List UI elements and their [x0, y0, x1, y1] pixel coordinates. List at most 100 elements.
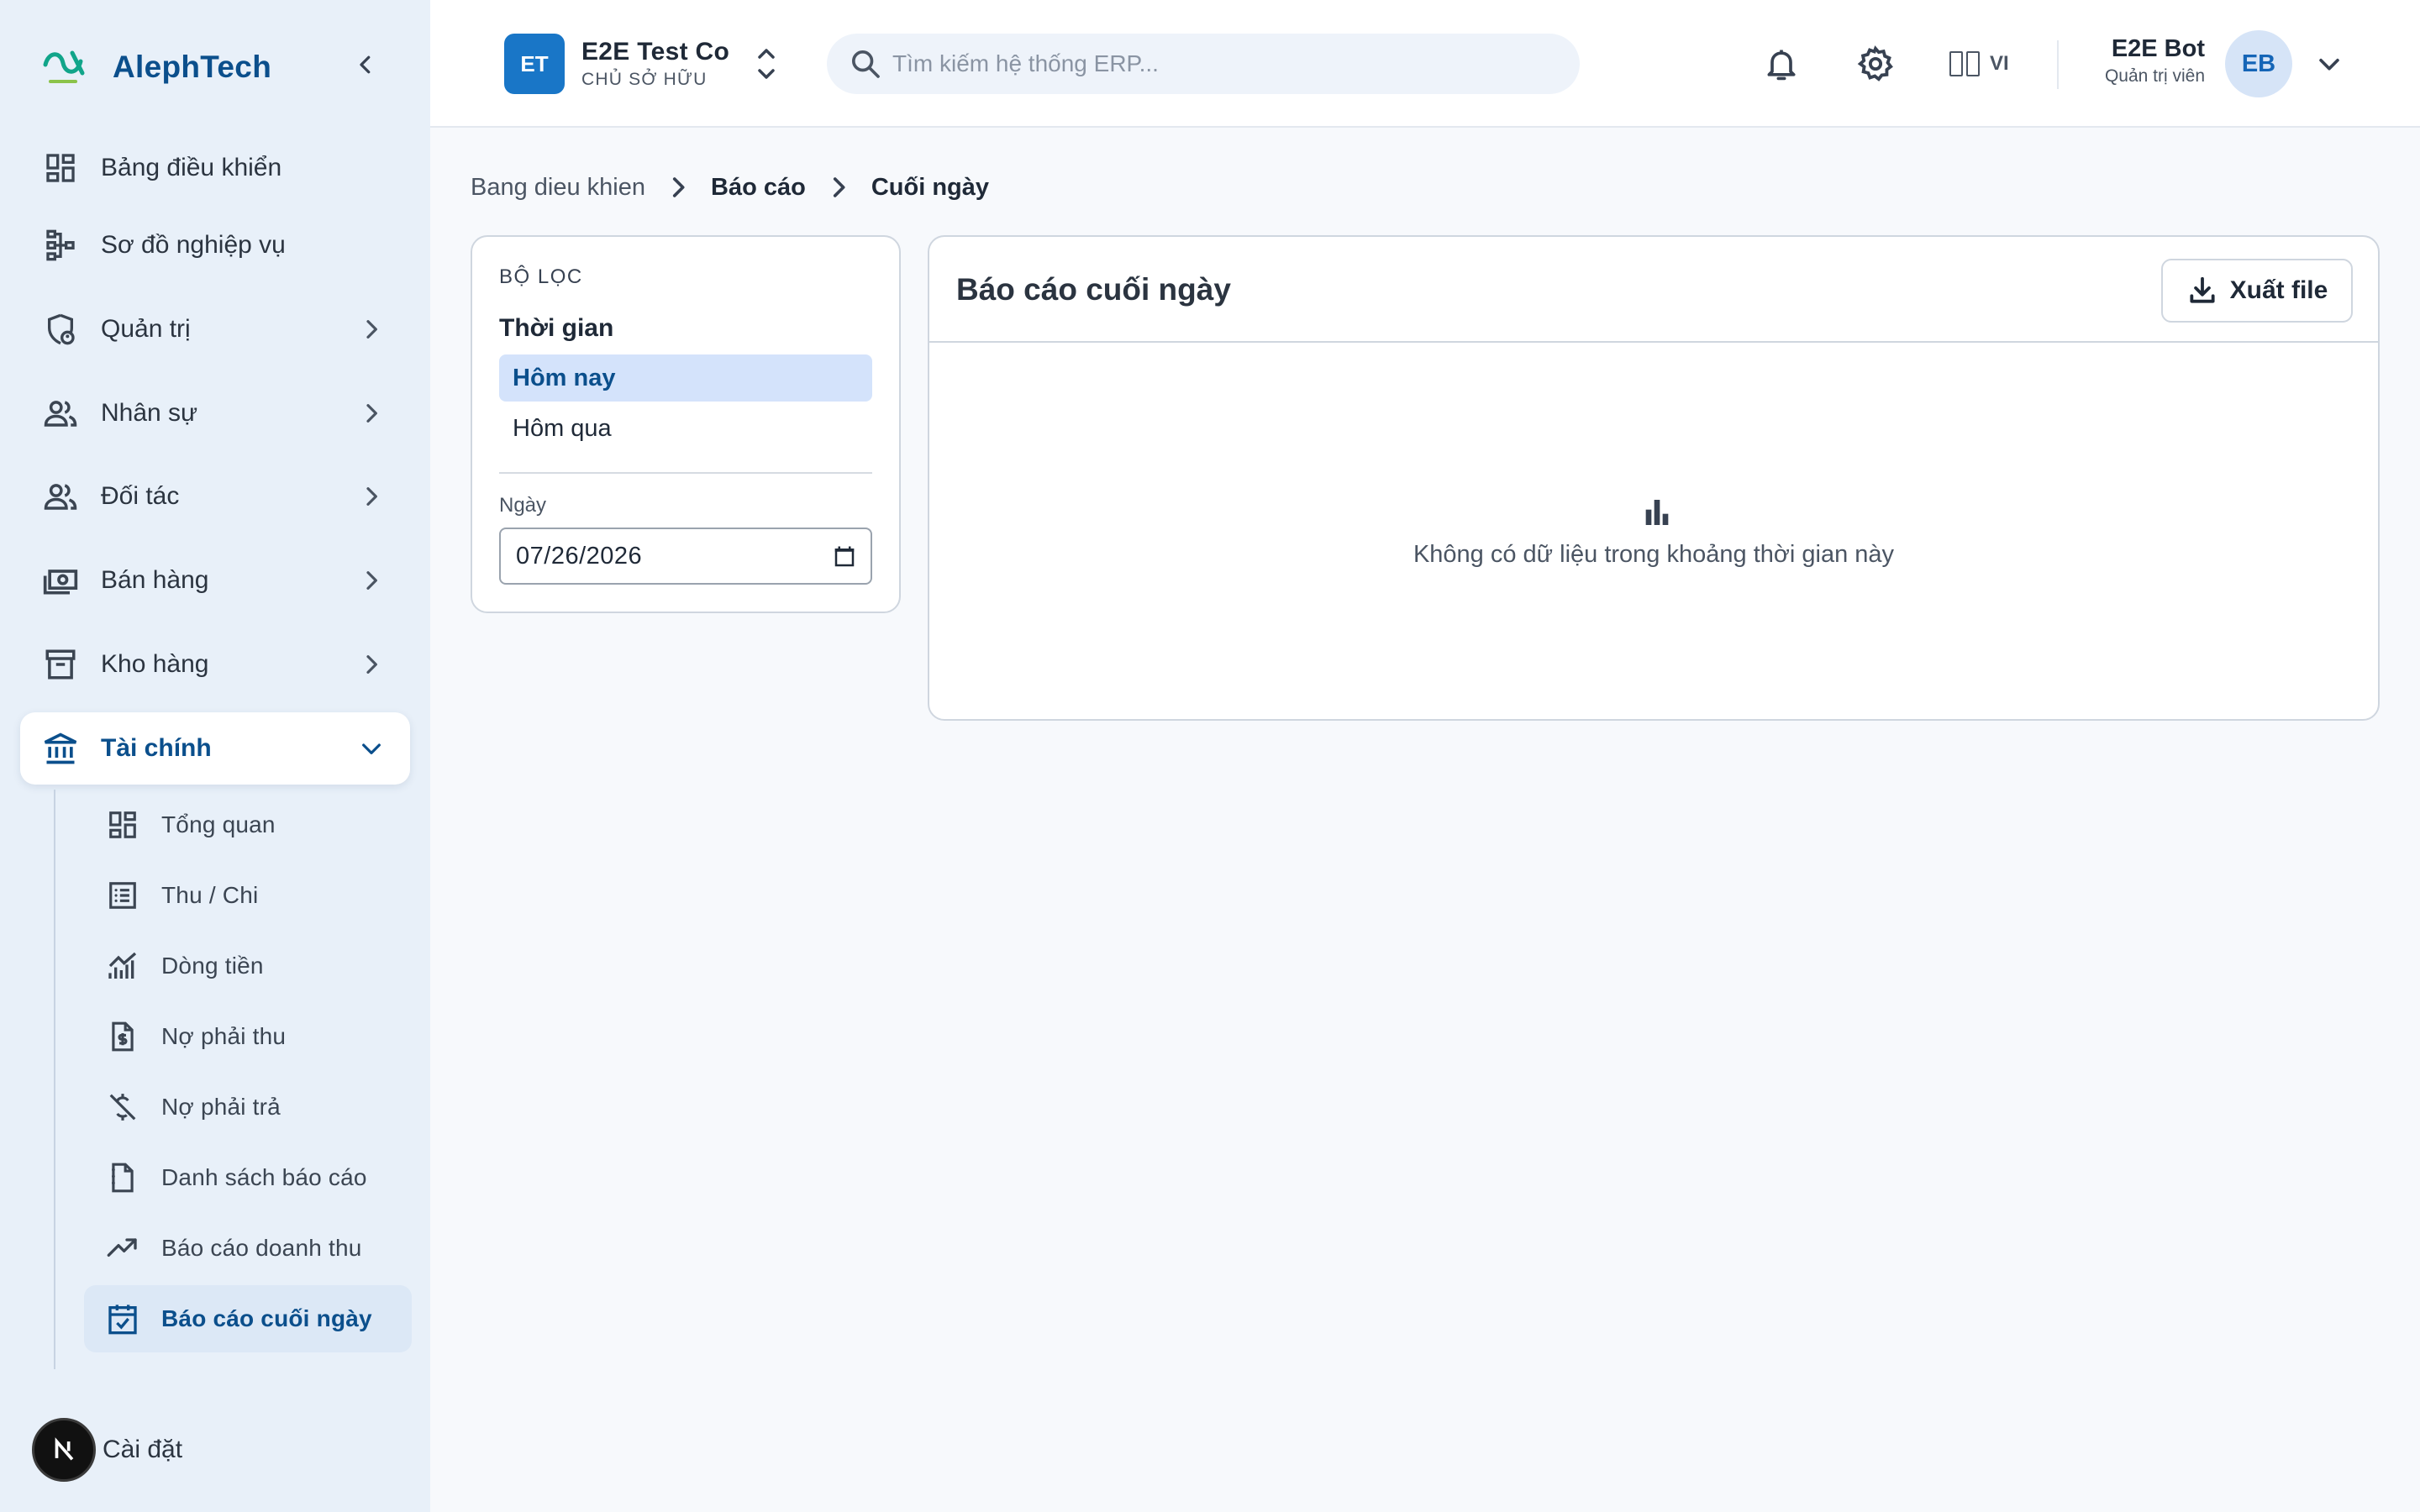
sidebar-subitem-label: Nợ phải trả [161, 1094, 281, 1120]
next-devtools-badge[interactable] [32, 1418, 96, 1482]
search-icon [852, 50, 880, 78]
brand-name: AlephTech [113, 50, 272, 84]
chevron-right-icon [366, 571, 377, 590]
breadcrumb: Bang dieu khien Báo cáo Cuối ngày [471, 170, 989, 205]
admin-shield-icon [42, 311, 79, 348]
sidebar-subitem-label: Nợ phải thu [161, 1023, 287, 1049]
breadcrumb-reports[interactable]: Báo cáo [711, 174, 806, 202]
settings-button[interactable] [1854, 42, 1897, 86]
sidebar-subitem-cashflow[interactable]: Dòng tiền [84, 932, 412, 1000]
people-icon [42, 395, 79, 432]
language-switcher[interactable]: VI [1949, 44, 2009, 84]
sidebar-item-label: Kho hàng [101, 650, 209, 678]
sidebar-item-warehouse[interactable]: Kho hàng [20, 628, 410, 701]
gear-icon [1857, 45, 1893, 81]
alephtech-logo [43, 50, 85, 83]
sidebar-subitem-receivables[interactable]: Nợ phải thu [84, 1003, 412, 1070]
report-panel: Báo cáo cuối ngày Xuất file Không có dữ … [928, 235, 2380, 721]
sidebar-item-label: Đối tác [101, 482, 180, 510]
sidebar-subitem-income-expense[interactable]: Thu / Chi [84, 862, 412, 929]
filter-option-today[interactable]: Hôm nay [499, 354, 872, 402]
company-switcher[interactable]: ET E2E Test Co CHỦ SỞ HỮU [504, 34, 780, 94]
user-avatar[interactable]: EB [2225, 30, 2292, 97]
filter-option-yesterday[interactable]: Hôm qua [499, 405, 872, 452]
date-value: 07/26/2026 [516, 542, 643, 570]
sidebar-item-label: Nhân sự [101, 399, 198, 427]
empty-state-message: Không có dữ liệu trong khoảng thời gian … [1413, 541, 1895, 568]
user-menu-button[interactable] [2312, 47, 2346, 81]
sidebar-item-label: Cài đặt [103, 1436, 183, 1463]
sidebar-item-partners[interactable]: Đối tác [20, 460, 410, 533]
chevron-right-icon [366, 487, 377, 506]
cash-icon [42, 562, 79, 599]
chevron-left-icon [360, 55, 371, 74]
money-off-icon [104, 1089, 141, 1126]
brand[interactable]: AlephTech [40, 42, 271, 92]
time-filter-label: Thời gian [499, 314, 614, 342]
bar-chart-icon [1645, 500, 1669, 525]
breadcrumb-home[interactable]: Bang dieu khien [471, 174, 645, 202]
chevron-down-icon [2319, 58, 2339, 71]
chevron-right-icon [366, 404, 377, 423]
calendar-icon[interactable] [832, 544, 857, 570]
user-info: E2E Bot Quản trị viên [2105, 35, 2205, 87]
chevron-right-icon [833, 177, 845, 197]
header-divider [2057, 40, 2059, 89]
top-header: ET E2E Test Co CHỦ SỞ HỮU VI E2E Bot Quả… [430, 0, 2420, 128]
bell-icon [1767, 50, 1796, 81]
date-input[interactable]: 07/26/2026 [499, 528, 872, 585]
sidebar-subitem-label: Dòng tiền [161, 953, 264, 979]
export-file-button[interactable]: Xuất file [2161, 259, 2353, 323]
sidebar-item-label: Sơ đồ nghiệp vụ [101, 231, 286, 259]
sidebar-item-sales[interactable]: Bán hàng [20, 544, 410, 617]
notifications-button[interactable] [1760, 42, 1803, 86]
sidebar-item-hr[interactable]: Nhân sự [20, 377, 410, 449]
company-info: E2E Test Co CHỦ SỞ HỮU [581, 38, 729, 90]
chevron-right-icon [366, 320, 377, 339]
receipt-list-icon [104, 877, 141, 914]
breadcrumb-current: Cuối ngày [871, 173, 989, 201]
next-logo-icon [55, 1437, 74, 1461]
chevron-right-icon [366, 655, 377, 674]
sidebar-item-label: Bảng điều khiển [101, 154, 282, 181]
sidebar-item-business-map[interactable]: Sơ đồ nghiệp vụ [20, 209, 410, 281]
chevron-down-icon [362, 743, 381, 754]
unfold-icon [758, 49, 775, 79]
partners-icon [42, 478, 79, 515]
sidebar-item-label: Tài chính [101, 734, 212, 762]
sidebar-subitem-label: Báo cáo cuối ngày [161, 1305, 372, 1331]
sidebar-subitem-report-list[interactable]: Danh sách báo cáo [84, 1144, 412, 1211]
collapse-sidebar-button[interactable] [348, 47, 383, 82]
sidebar-subitem-label: Báo cáo doanh thu [161, 1235, 362, 1261]
report-header: Báo cáo cuối ngày Xuất file [929, 237, 2378, 343]
company-avatar: ET [504, 34, 565, 94]
sidebar-item-label: Bán hàng [101, 566, 209, 594]
sidebar-subitem-label: Tổng quan [161, 811, 276, 837]
download-icon [2190, 276, 2215, 303]
sidebar-item-settings[interactable]: Cài đặt [32, 1418, 182, 1482]
search-bar[interactable] [827, 34, 1580, 94]
filter-title: BỘ LỌC [499, 265, 583, 288]
archive-icon [42, 646, 79, 683]
sidebar-subitem-label: Danh sách báo cáo [161, 1164, 367, 1190]
sidebar-item-dashboard[interactable]: Bảng điều khiển [20, 132, 410, 204]
user-role: Quản trị viên [2104, 66, 2205, 86]
company-role: CHỦ SỞ HỮU [581, 70, 708, 89]
search-input[interactable] [892, 50, 1548, 77]
dashboard-icon [104, 806, 141, 843]
sidebar-subitem-payables[interactable]: Nợ phải trả [84, 1074, 412, 1141]
cashflow-chart-icon [104, 948, 141, 984]
filter-panel: BỘ LỌC Thời gian Hôm nay Hôm qua Ngày 07… [471, 235, 901, 613]
sitemap-icon [42, 227, 79, 264]
sidebar-subitem-label: Thu / Chi [161, 882, 259, 908]
sidebar-item-finance[interactable]: Tài chính [20, 712, 410, 785]
filter-divider [499, 472, 872, 474]
report-title: Báo cáo cuối ngày [956, 272, 1231, 307]
sidebar-item-admin[interactable]: Quản trị [20, 293, 410, 365]
trending-up-icon [104, 1230, 141, 1267]
sidebar: AlephTech Bảng điều khiển Sơ đồ nghiệp v… [0, 0, 430, 1512]
sidebar-subitem-overview[interactable]: Tổng quan [84, 791, 412, 858]
sidebar-subitem-revenue-report[interactable]: Báo cáo doanh thu [84, 1215, 412, 1282]
sidebar-subitem-end-of-day-report[interactable]: Báo cáo cuối ngày [84, 1285, 412, 1352]
chevron-right-icon [672, 177, 685, 197]
